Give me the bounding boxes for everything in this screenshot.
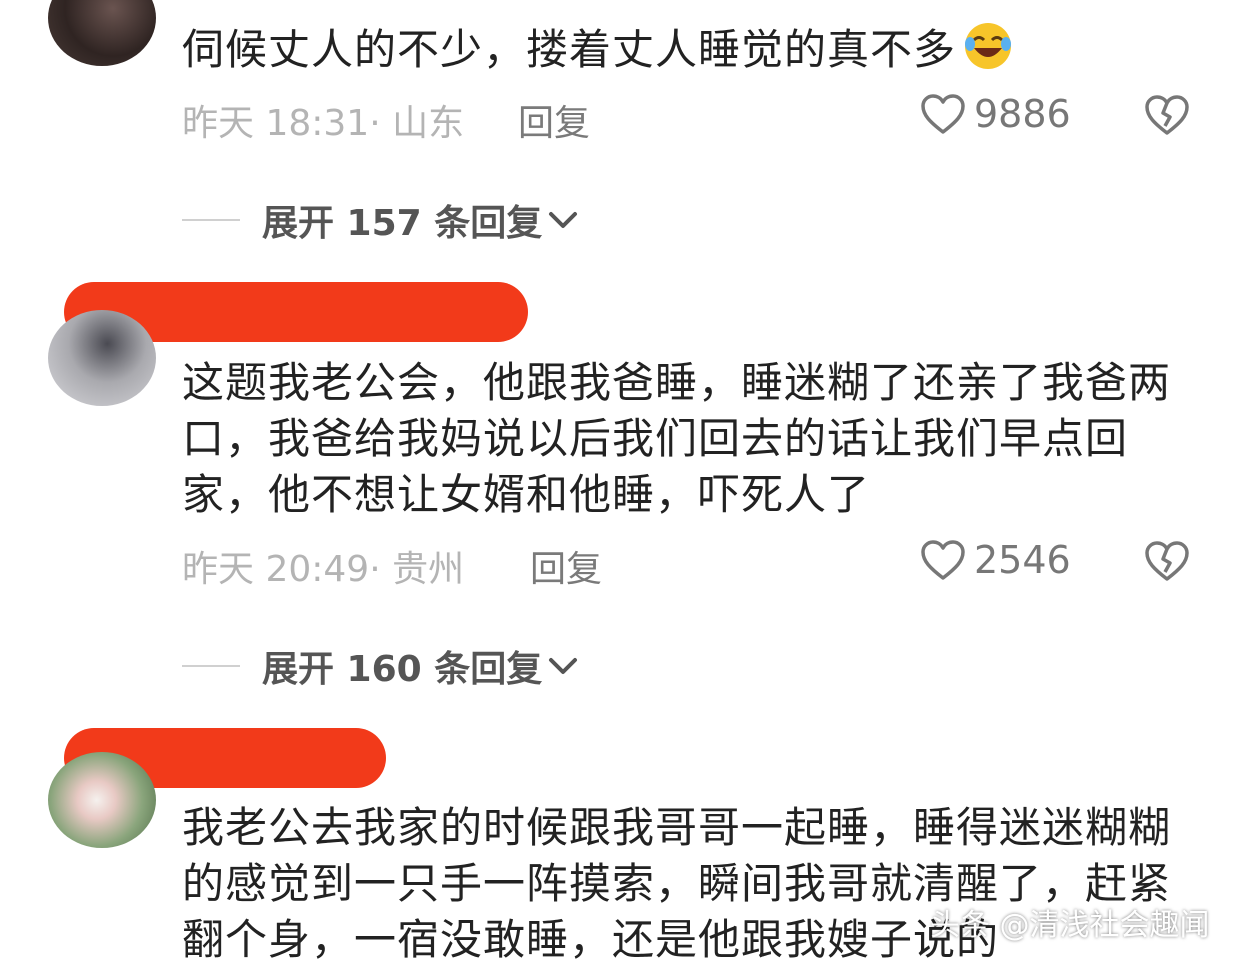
comment-meta: 昨天 18:31· 山东 xyxy=(182,103,465,144)
broken-heart-icon[interactable] xyxy=(1144,92,1190,138)
like-count: 9886 xyxy=(974,92,1071,136)
avatar[interactable] xyxy=(48,310,156,406)
chevron-down-icon xyxy=(549,212,578,228)
divider-line xyxy=(182,219,240,221)
heart-icon xyxy=(921,540,965,580)
avatar[interactable] xyxy=(48,0,156,66)
avatar[interactable] xyxy=(48,752,156,848)
like-button[interactable]: 9886 xyxy=(920,92,1071,136)
like-count: 2546 xyxy=(974,538,1071,582)
rolling-laughing-emoji xyxy=(965,23,1012,69)
divider-line xyxy=(182,665,240,667)
reply-button[interactable]: 回复 xyxy=(518,94,590,146)
broken-heart-icon[interactable] xyxy=(1144,538,1190,584)
watermark: 头条 @清浅社会趣闻 xyxy=(930,908,1210,943)
expand-replies[interactable]: 展开 157 条回复 xyxy=(182,194,580,246)
heart-icon xyxy=(921,94,965,134)
comment-text: 这题我老公会，他跟我爸睡，睡迷糊了还亲了我爸两口，我爸给我妈说以后我们回去的话让… xyxy=(182,358,1172,519)
comment-text: 伺候丈人的不少，搂着丈人睡觉的真不多 xyxy=(182,20,1192,78)
like-button[interactable]: 2546 xyxy=(920,538,1071,582)
expand-replies[interactable]: 展开 160 条回复 xyxy=(182,640,580,692)
comment-meta: 昨天 20:49· 贵州 xyxy=(182,549,465,590)
chevron-down-icon xyxy=(549,658,578,674)
reply-button[interactable]: 回复 xyxy=(530,540,602,592)
